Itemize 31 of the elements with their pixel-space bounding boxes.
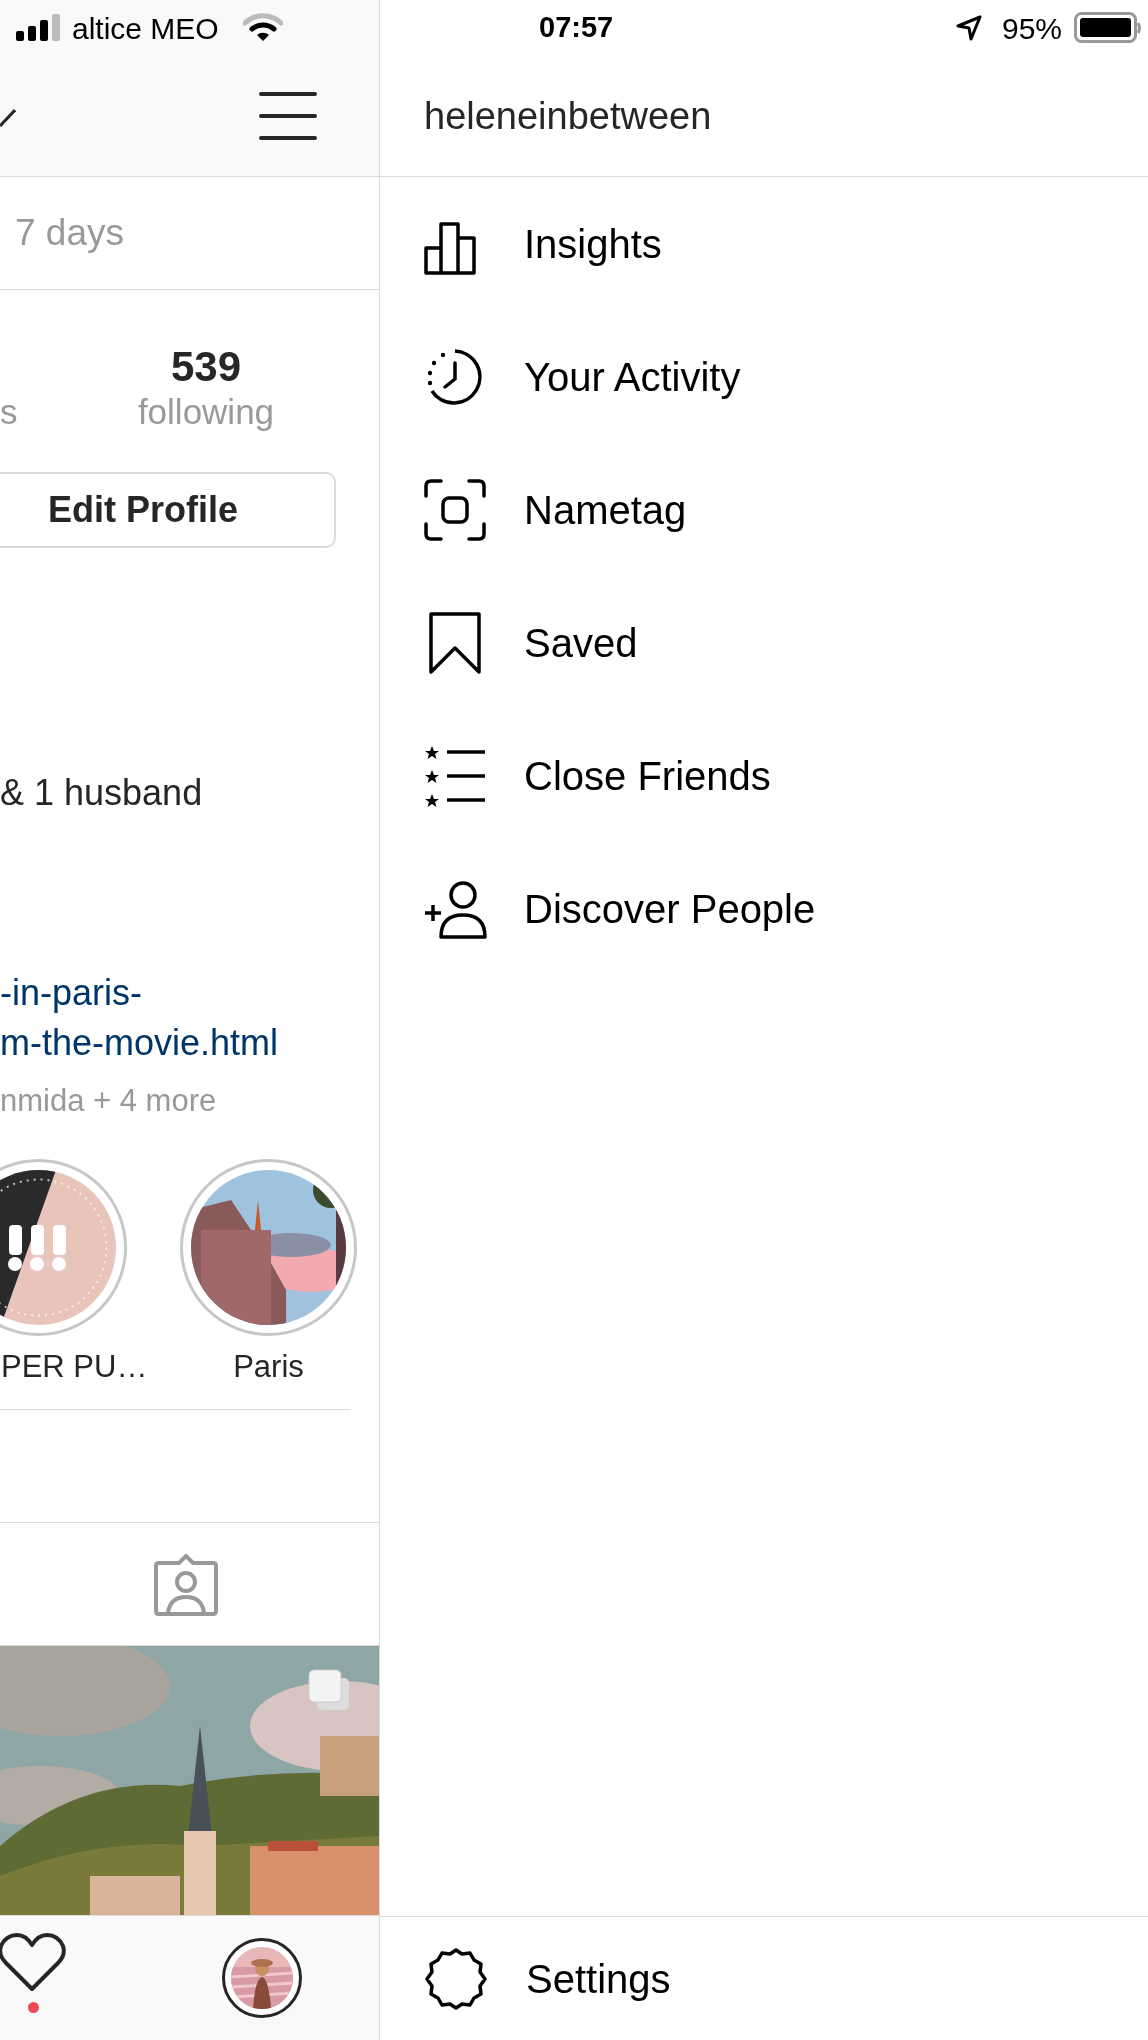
website-link[interactable]: -in-paris- m-the-movie.html: [0, 968, 279, 1068]
menu-item[interactable]: Close Friends: [380, 709, 1148, 842]
menu-item[interactable]: Saved: [380, 576, 1148, 709]
menu-item[interactable]: Insights: [380, 177, 1148, 310]
signal-icon: [16, 14, 62, 42]
tagged-tab-icon[interactable]: [153, 1551, 219, 1617]
menu-item[interactable]: Your Activity: [380, 310, 1148, 443]
stat-label: s: [0, 391, 18, 433]
menu-icon[interactable]: [259, 91, 317, 141]
battery-icon: [1074, 12, 1142, 44]
insights-note: 7 days: [15, 211, 124, 256]
carrier-name: altice MEO: [72, 10, 219, 47]
highlight-label: Paris: [233, 1348, 304, 1386]
heart-icon[interactable]: [0, 1933, 66, 1993]
multiple-photos-icon: [307, 1668, 351, 1712]
bio-text: & 1 husband: [0, 771, 204, 815]
wifi-icon: [242, 13, 283, 43]
followed-by-text: nmida + 4 more: [0, 1082, 218, 1120]
scan-frame-icon: [423, 477, 487, 542]
stat-number: 539: [170, 343, 242, 391]
settings-icon: [423, 1945, 489, 2012]
menu-item[interactable]: Nametag: [380, 443, 1148, 576]
stat-label: following: [137, 391, 275, 433]
settings-item[interactable]: Settings: [380, 1916, 1148, 2040]
menu-item[interactable]: Discover People: [380, 842, 1148, 975]
battery-percent: 95%: [1001, 10, 1062, 47]
edit-profile-button[interactable]: Edit Profile: [0, 472, 336, 548]
clock-time: 07:57: [539, 10, 614, 46]
highlight-label: PER PU…: [1, 1348, 148, 1386]
username: heleneinbetween: [424, 93, 712, 139]
location-arrow-icon: [955, 15, 982, 41]
